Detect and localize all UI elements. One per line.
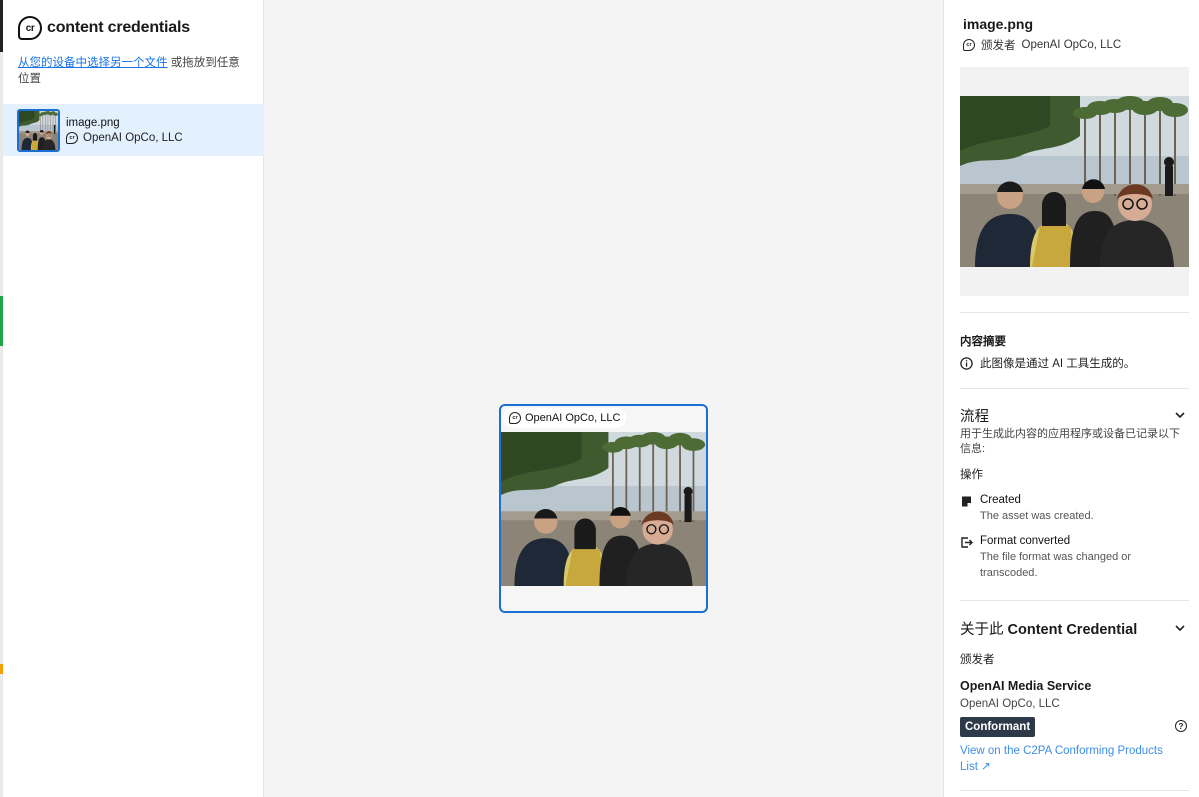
process-heading: 流程 [960,409,989,425]
process-chevron-down-icon[interactable] [1173,408,1187,422]
divider [960,600,1189,601]
help-icon[interactable]: ? [1175,720,1187,732]
action-title: Format converted [980,535,1071,547]
file-name: image.png [66,116,120,129]
summary-text: 此图像是通过 AI 工具生成的。 [980,358,1136,370]
divider [960,790,1189,791]
info-icon [960,356,973,370]
panel-issuer-name: OpenAI OpCo, LLC [1021,39,1122,51]
cr-icon: cr [963,39,975,51]
upload-hint: 从您的设备中选择另一个文件 或拖放到任意位置 [18,55,248,87]
format-converted-icon [961,537,973,548]
panel-preview [960,67,1189,296]
panel-issuer-prefix: 颁发者 [981,40,1016,52]
action-title: Created [980,494,1021,506]
service-name: OpenAI Media Service [960,679,1092,693]
details-panel: image.png cr 颁发者 OpenAI OpCo, LLC 内容摘要 此… [943,0,1199,797]
file-issuer-label: OpenAI OpCo, LLC [83,131,183,144]
card-issuer-badge: cr OpenAI OpCo, LLC [503,408,627,428]
action-item: Created The asset was created. [960,494,1170,524]
file-list-item[interactable]: image.png cr OpenAI OpCo, LLC [3,104,264,156]
canvas: cr OpenAI OpCo, LLC [264,0,943,797]
image-card[interactable]: cr OpenAI OpCo, LLC [499,404,708,613]
file-issuer: cr OpenAI OpCo, LLC [66,131,183,144]
divider [960,312,1189,313]
about-heading-prefix: 关于此 [960,622,1008,638]
process-description: 用于生成此内容的应用程序或设备已记录以下信息: [960,428,1180,455]
actions-label: 操作 [960,469,983,481]
sidebar: cr content credentials 从您的设备中选择另一个文件 或拖放… [3,0,264,797]
service-org: OpenAI OpCo, LLC [960,698,1060,710]
content-credentials-logo-icon: cr [18,16,42,40]
file-thumbnail [17,108,60,152]
panel-title: image.png [963,16,1034,32]
cr-icon: cr [66,131,78,144]
brand[interactable]: cr content credentials [18,15,190,41]
summary-heading: 内容摘要 [960,336,1006,348]
choose-file-link[interactable]: 从您的设备中选择另一个文件 [18,57,168,69]
brand-name: content credentials [47,19,190,36]
card-image [501,432,706,586]
about-heading-bold: Content Credential [1007,622,1138,638]
about-issuer-label: 颁发者 [960,654,995,666]
conformant-badge: Conformant [960,717,1036,737]
about-heading: 关于此 Content Credential [960,618,1137,639]
divider [960,388,1189,389]
summary-row: 此图像是通过 AI 工具生成的。 [960,355,1135,371]
c2pa-list-link[interactable]: View on the C2PA Conforming Products Lis… [960,743,1180,775]
cr-icon: cr [509,412,521,424]
card-issuer-label: OpenAI OpCo, LLC [525,412,621,424]
preview-image [960,96,1189,267]
action-desc: The asset was created. [980,510,1094,522]
action-item: Format converted The file format was cha… [960,535,1170,581]
panel-issuer: cr 颁发者 OpenAI OpCo, LLC [963,37,1121,53]
about-chevron-down-icon[interactable] [1173,621,1187,635]
action-desc: The file format was changed or transcode… [980,551,1132,579]
created-icon [962,496,971,507]
